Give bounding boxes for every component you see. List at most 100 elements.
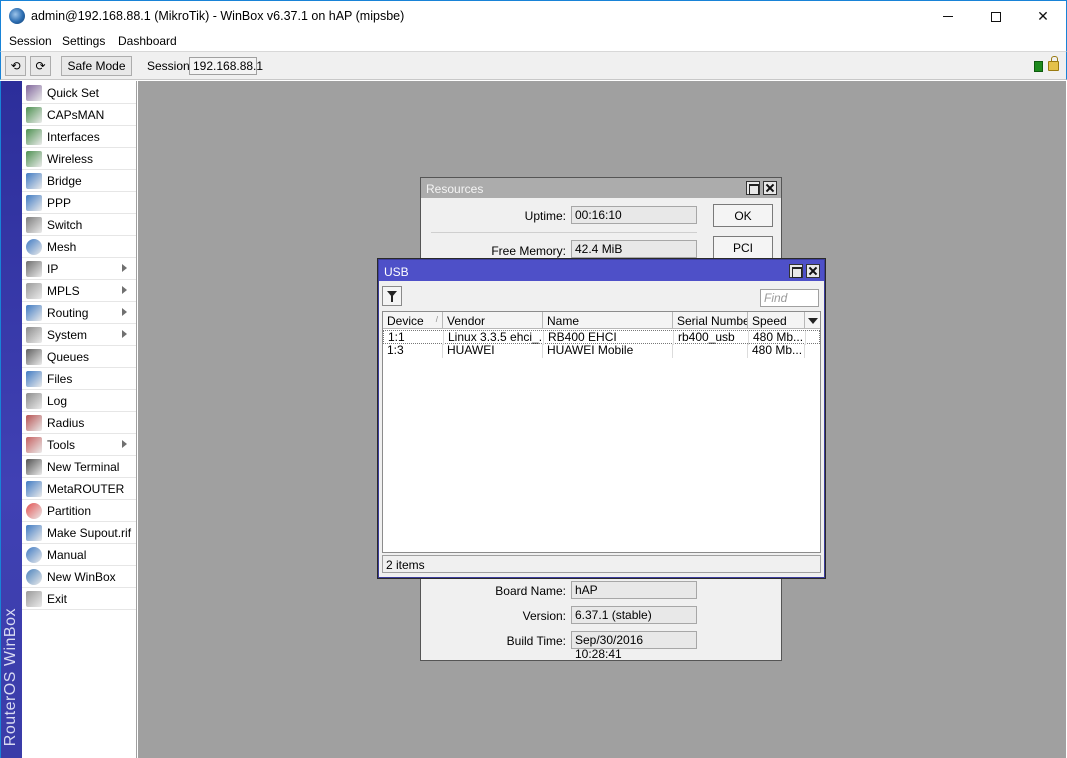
board-name-label: Board Name: (495, 584, 566, 598)
sidebar-item-new-terminal[interactable]: New Terminal (22, 456, 136, 478)
ok-button[interactable]: OK (713, 204, 773, 227)
sidebar-item-ppp[interactable]: PPP (22, 192, 136, 214)
divider (431, 232, 697, 233)
usb-title-bar[interactable]: USB (379, 260, 824, 281)
column-menu-icon[interactable] (805, 312, 820, 329)
column-vendor[interactable]: Vendor (443, 312, 543, 329)
usb-close-button[interactable] (806, 264, 820, 278)
connection-status-icon (1034, 61, 1043, 72)
table-row[interactable]: 1:1 Linux 3.3.5 ehci_... RB400 EHCI rb400_u… (383, 330, 820, 345)
winbox-icon (26, 569, 42, 585)
undo-button[interactable]: ⟲ (5, 56, 26, 76)
sidebar-item-interfaces[interactable]: Interfaces (22, 126, 136, 148)
resources-close-button[interactable] (763, 181, 777, 195)
sidebar-item-label: Queues (47, 350, 90, 364)
sort-indicator-icon: / (435, 315, 438, 324)
sidebar-item-system[interactable]: System (22, 324, 136, 346)
column-speed[interactable]: Speed (748, 312, 805, 329)
sidebar-item-quick-set[interactable]: Quick Set (22, 82, 136, 104)
sidebar-item-label: Manual (47, 548, 87, 562)
sidebar-item-label: Mesh (47, 240, 77, 254)
column-device[interactable]: Device / (383, 312, 443, 329)
sidebar-item-wireless[interactable]: Wireless (22, 148, 136, 170)
safe-mode-button[interactable]: Safe Mode (61, 56, 132, 76)
ppp-icon (26, 195, 42, 211)
cell-vendor: HUAWEI (443, 344, 543, 358)
sidebar-item-label: Interfaces (47, 130, 100, 144)
uptime-field: 00:16:10 (571, 206, 697, 224)
find-input[interactable]: Find (760, 289, 819, 307)
sidebar-menu: Quick Set CAPsMAN Interfaces Wireless Bridge… (22, 81, 137, 758)
sidebar-item-queues[interactable]: Queues (22, 346, 136, 368)
cell-serial-number: rb400_usb (674, 331, 749, 345)
sidebar-item-tools[interactable]: Tools (22, 434, 136, 456)
sidebar-item-manual[interactable]: Manual (22, 544, 136, 566)
resources-title: Resources (426, 182, 484, 196)
filter-button[interactable] (382, 286, 402, 306)
resources-title-bar[interactable]: Resources (421, 178, 781, 198)
interfaces-icon (26, 129, 42, 145)
title-bar: admin@192.168.88.1 (MikroTik) - WinBox v… (0, 0, 1067, 31)
resources-maximize-button[interactable] (746, 181, 760, 195)
sidebar-item-routing[interactable]: Routing (22, 302, 136, 324)
ip-icon (26, 261, 42, 277)
sidebar-item-files[interactable]: Files (22, 368, 136, 390)
status-bar: 2 items (382, 555, 821, 573)
log-icon (26, 393, 42, 409)
queues-icon (26, 349, 42, 365)
sidebar-item-mpls[interactable]: MPLS (22, 280, 136, 302)
submenu-arrow-icon (122, 330, 127, 338)
sidebar-item-exit[interactable]: Exit (22, 588, 136, 610)
document-icon (26, 525, 42, 541)
exit-icon (26, 591, 42, 607)
cell-device: 1:3 (383, 344, 443, 358)
sidebar-item-ip[interactable]: IP (22, 258, 136, 280)
close-button[interactable]: ✕ (1020, 1, 1066, 32)
column-serial-number[interactable]: Serial Number (673, 312, 748, 329)
menu-dashboard[interactable]: Dashboard (118, 34, 177, 48)
sidebar-item-label: Routing (47, 306, 89, 320)
sidebar-item-partition[interactable]: Partition (22, 500, 136, 522)
submenu-arrow-icon (122, 308, 127, 316)
redo-icon: ⟳ (35, 59, 46, 73)
redo-button[interactable]: ⟳ (30, 56, 51, 76)
sidebar-item-label: IP (47, 262, 59, 276)
menu-settings[interactable]: Settings (62, 34, 105, 48)
usb-maximize-button[interactable] (789, 264, 803, 278)
undo-icon: ⟲ (10, 59, 21, 73)
sidebar-item-switch[interactable]: Switch (22, 214, 136, 236)
folder-icon (26, 371, 42, 387)
sidebar-item-label: New WinBox (47, 570, 116, 584)
pci-button[interactable]: PCI (713, 236, 773, 259)
cell-speed: 480 Mb... (748, 344, 805, 358)
board-name-field: hAP (571, 581, 697, 599)
maximize-icon (991, 11, 1001, 22)
sidebar-item-label: MetaROUTER (47, 482, 125, 496)
sidebar-item-make-supout-rif[interactable]: Make Supout.rif (22, 522, 136, 544)
column-name[interactable]: Name (543, 312, 673, 329)
table-row[interactable]: 1:3 HUAWEI HUAWEI Mobile 480 Mb... (383, 344, 820, 358)
minimize-button[interactable] (925, 1, 971, 32)
sidebar-item-new-winbox[interactable]: New WinBox (22, 566, 136, 588)
metarouter-icon (26, 481, 42, 497)
tools-icon (26, 437, 42, 453)
usb-window: USB Find Device / Vendor Name Serial Numb… (378, 259, 825, 578)
lock-icon (1048, 56, 1059, 71)
help-icon (26, 547, 42, 563)
bridge-icon (26, 173, 42, 189)
sidebar-item-metarouter[interactable]: MetaROUTER (22, 478, 136, 500)
sidebar-item-radius[interactable]: Radius (22, 412, 136, 434)
version-field: 6.37.1 (stable) (571, 606, 697, 624)
sidebar-item-label: PPP (47, 196, 72, 210)
sidebar-item-bridge[interactable]: Bridge (22, 170, 136, 192)
sidebar-item-capsman[interactable]: CAPsMAN (22, 104, 136, 126)
usb-title: USB (384, 265, 409, 279)
brand-text: RouterOS WinBox (2, 607, 19, 746)
sidebar-item-label: Wireless (47, 152, 94, 166)
cell-serial-number (673, 344, 748, 358)
menu-session[interactable]: Session (9, 34, 52, 48)
maximize-button[interactable] (973, 1, 1019, 32)
sidebar-item-log[interactable]: Log (22, 390, 136, 412)
sidebar-item-label: Log (47, 394, 68, 408)
sidebar-item-mesh[interactable]: Mesh (22, 236, 136, 258)
